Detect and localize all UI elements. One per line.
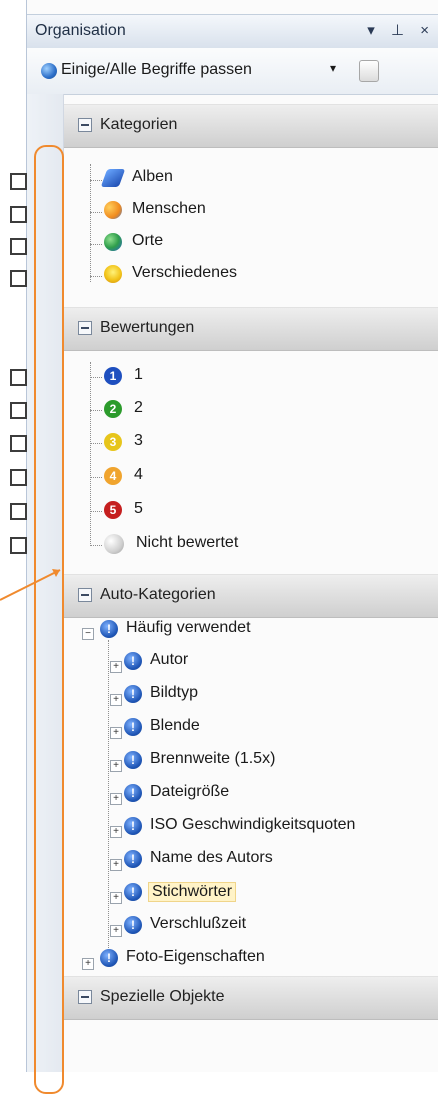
info-icon: !: [124, 784, 142, 802]
section-title: Bewertungen: [100, 319, 195, 336]
tree-line: [90, 276, 102, 277]
tree-line: [90, 180, 102, 181]
flower-icon: [104, 265, 122, 283]
tree-item-name-des-autors[interactable]: ! Name des Autors: [124, 844, 424, 876]
panel-window-controls[interactable]: ▾ ⊥ ×: [367, 21, 435, 39]
people-icon: [104, 201, 122, 219]
tree-line: [90, 511, 102, 512]
match-mode-button[interactable]: Einige/Alle Begriffe passen: [61, 61, 252, 79]
expand-icon[interactable]: +: [110, 826, 122, 838]
info-icon: !: [124, 817, 142, 835]
tree-line: [90, 477, 102, 478]
expand-icon[interactable]: +: [110, 859, 122, 871]
tree-line: [90, 545, 102, 546]
checkbox-rating-4[interactable]: [10, 469, 27, 486]
panel-titlebar: Organisation ▾ ⊥ ×: [27, 14, 438, 50]
expand-icon[interactable]: +: [110, 694, 122, 706]
expand-icon[interactable]: +: [110, 727, 122, 739]
rating-3-icon: 3: [104, 433, 122, 451]
info-icon: !: [124, 718, 142, 736]
checkbox-rating-3[interactable]: [10, 435, 27, 452]
section-title: Kategorien: [100, 116, 178, 133]
info-icon: !: [100, 949, 118, 967]
collapse-icon[interactable]: −: [82, 628, 94, 640]
rating-1-icon: 1: [104, 367, 122, 385]
tree-item-menschen[interactable]: Menschen: [104, 195, 404, 227]
collapse-icon[interactable]: [78, 118, 92, 132]
tree-item-rating-2[interactable]: 2 2: [104, 394, 404, 426]
tree-line: [90, 443, 102, 444]
checkbox-rating-2[interactable]: [10, 402, 27, 419]
tree-item-verschlusszeit[interactable]: ! Verschlußzeit: [124, 910, 424, 942]
section-header-kategorien[interactable]: Kategorien: [64, 104, 438, 148]
info-icon: !: [124, 652, 142, 670]
info-icon: !: [124, 883, 142, 901]
tree-item-brennweite[interactable]: ! Brennweite (1.5x): [124, 745, 424, 777]
expand-icon[interactable]: +: [82, 958, 94, 970]
expand-icon[interactable]: +: [110, 661, 122, 673]
rating-5-icon: 5: [104, 501, 122, 519]
tree-line: [90, 164, 91, 282]
tree-line: [90, 244, 102, 245]
section-title: Spezielle Objekte: [100, 988, 225, 1005]
checkbox-alben[interactable]: [10, 173, 27, 190]
globe-icon: [104, 233, 122, 251]
tree-line: [90, 377, 102, 378]
callout-arrow-icon: [0, 569, 61, 601]
checkbox-menschen[interactable]: [10, 206, 27, 223]
info-icon: !: [124, 685, 142, 703]
rating-2-icon: 2: [104, 400, 122, 418]
tree-item-dateigroesse[interactable]: ! Dateigröße: [124, 778, 424, 810]
tree-item-alben[interactable]: Alben: [100, 163, 404, 195]
globe-icon: [41, 63, 57, 79]
tree-line: [90, 212, 102, 213]
tree-item-autor[interactable]: ! Autor: [124, 646, 424, 678]
panel-title: Organisation: [35, 22, 126, 39]
checkbox-orte[interactable]: [10, 238, 27, 255]
section-title: Auto-Kategorien: [100, 586, 216, 603]
expand-icon[interactable]: +: [110, 793, 122, 805]
tree-line: [90, 410, 102, 411]
tree-item-blende[interactable]: ! Blende: [124, 712, 424, 744]
section-header-spezielle-objekte[interactable]: Spezielle Objekte: [64, 976, 438, 1020]
tree-line: [90, 362, 91, 546]
tree-item-foto-eigenschaften[interactable]: ! Foto-Eigenschaften: [100, 943, 420, 975]
tree-item-rating-1[interactable]: 1 1: [104, 361, 404, 393]
rating-4-icon: 4: [104, 467, 122, 485]
toolbar: Einige/Alle Begriffe passen ▾: [27, 48, 438, 95]
chevron-down-icon[interactable]: ▾: [330, 61, 336, 75]
album-icon: [100, 169, 126, 187]
expand-icon[interactable]: +: [110, 892, 122, 904]
unrated-icon: [104, 534, 124, 554]
expand-icon[interactable]: +: [110, 925, 122, 937]
collapse-icon[interactable]: [78, 321, 92, 335]
tree-item-haeufig-verwendet[interactable]: ! Häufig verwendet: [100, 614, 420, 646]
tree-item-rating-4[interactable]: 4 4: [104, 461, 404, 493]
highlight-bracket: [34, 145, 64, 1094]
tree-item-orte[interactable]: Orte: [104, 227, 404, 259]
tree-line: [108, 640, 109, 950]
tree-item-iso[interactable]: ! ISO Geschwindigkeitsquoten: [124, 811, 438, 843]
checkbox-rating-1[interactable]: [10, 369, 27, 386]
tree-item-verschiedenes[interactable]: Verschiedenes: [104, 259, 404, 291]
tree-item-bildtyp[interactable]: ! Bildtyp: [124, 679, 424, 711]
tree-item-nicht-bewertet[interactable]: Nicht bewertet: [104, 529, 404, 561]
info-icon: !: [124, 916, 142, 934]
tree-item-rating-3[interactable]: 3 3: [104, 427, 404, 459]
collapse-icon[interactable]: [78, 990, 92, 1004]
checkbox-rating-5[interactable]: [10, 503, 27, 520]
info-icon: !: [124, 850, 142, 868]
section-header-bewertungen[interactable]: Bewertungen: [64, 307, 438, 351]
section-header-auto-kategorien[interactable]: Auto-Kategorien: [64, 574, 438, 618]
tree-item-stichwoerter[interactable]: ! Stichwörter: [124, 877, 424, 909]
info-icon: !: [100, 620, 118, 638]
document-icon[interactable]: [359, 60, 379, 82]
checkbox-verschiedenes[interactable]: [10, 270, 27, 287]
info-icon: !: [124, 751, 142, 769]
tree-item-rating-5[interactable]: 5 5: [104, 495, 404, 527]
expand-icon[interactable]: +: [110, 760, 122, 772]
